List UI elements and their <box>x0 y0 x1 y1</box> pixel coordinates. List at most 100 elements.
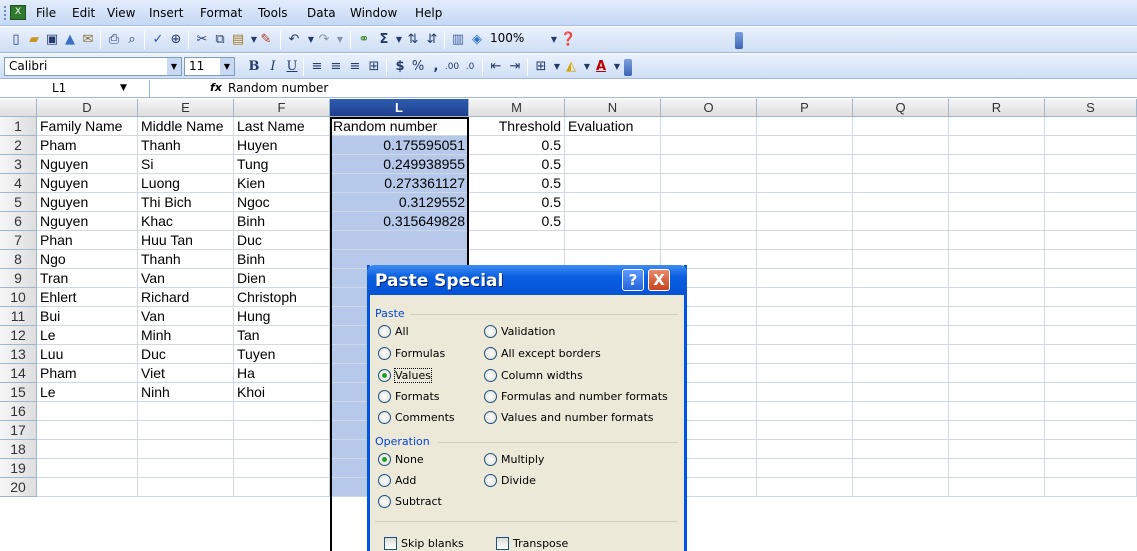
copy-icon[interactable]: ⧉ <box>212 32 228 48</box>
name-box-dropdown-icon[interactable]: ▼ <box>120 80 127 97</box>
paste-formats-option[interactable]: Formats <box>378 389 440 404</box>
cell-r6[interactable] <box>949 212 1045 231</box>
cell-o3[interactable] <box>661 155 757 174</box>
cell-r19[interactable] <box>949 459 1045 478</box>
cell-s7[interactable] <box>1045 231 1137 250</box>
menu-window[interactable]: Window <box>350 6 397 20</box>
cell-p20[interactable] <box>757 478 853 497</box>
cell-s8[interactable] <box>1045 250 1137 269</box>
cell-n6[interactable] <box>565 212 661 231</box>
cell-d9[interactable]: Tran <box>37 269 138 288</box>
zoom-box[interactable]: 100% <box>486 30 544 49</box>
cut-icon[interactable]: ✂ <box>194 32 210 48</box>
cell-e17[interactable] <box>138 421 234 440</box>
cell-p16[interactable] <box>757 402 853 421</box>
cell-r18[interactable] <box>949 440 1045 459</box>
cell-n3[interactable] <box>565 155 661 174</box>
transpose-checkbox[interactable]: Transpose <box>496 536 568 551</box>
row-header-16[interactable]: 16 <box>0 402 37 421</box>
cell-q17[interactable] <box>853 421 949 440</box>
autosum-icon[interactable]: Σ <box>376 32 392 48</box>
name-box[interactable]: L1 ▼ <box>0 80 150 98</box>
cell-d13[interactable]: Luu <box>37 345 138 364</box>
cell-e8[interactable]: Thanh <box>138 250 234 269</box>
cell-f11[interactable]: Hung <box>234 307 330 326</box>
open-icon[interactable]: ▰ <box>26 32 42 48</box>
cell-e6[interactable]: Khac <box>138 212 234 231</box>
close-button[interactable]: X <box>648 269 670 291</box>
cell-e2[interactable]: Thanh <box>138 136 234 155</box>
column-header-d[interactable]: D <box>37 99 138 117</box>
menu-file[interactable]: File <box>36 6 56 20</box>
cell-p14[interactable] <box>757 364 853 383</box>
currency-icon[interactable]: $ <box>392 59 408 75</box>
cell-f8[interactable]: Binh <box>234 250 330 269</box>
cell-e5[interactable]: Thi Bich <box>138 193 234 212</box>
underline-icon[interactable]: U <box>284 59 300 75</box>
cell-s10[interactable] <box>1045 288 1137 307</box>
cell-d15[interactable]: Le <box>37 383 138 402</box>
paste-all-option[interactable]: All <box>378 324 409 339</box>
cell-l1[interactable]: Random number <box>330 117 469 136</box>
cell-n7[interactable] <box>565 231 661 250</box>
menu-format[interactable]: Format <box>200 6 242 20</box>
operation-none-option[interactable]: None <box>378 452 424 467</box>
cell-p9[interactable] <box>757 269 853 288</box>
row-header-18[interactable]: 18 <box>0 440 37 459</box>
cell-p3[interactable] <box>757 155 853 174</box>
cell-m6[interactable]: 0.5 <box>469 212 565 231</box>
redo-icon[interactable]: ↷ <box>316 32 332 48</box>
fill-color-icon[interactable]: ◭ <box>563 59 579 75</box>
cell-q3[interactable] <box>853 155 949 174</box>
italic-icon[interactable]: I <box>265 59 281 75</box>
row-header-14[interactable]: 14 <box>0 364 37 383</box>
drawing-icon[interactable]: ◈ <box>469 32 485 48</box>
undo-icon[interactable]: ↶ <box>286 32 302 48</box>
cell-r5[interactable] <box>949 193 1045 212</box>
cell-f1[interactable]: Last Name <box>234 117 330 136</box>
cell-m3[interactable]: 0.5 <box>469 155 565 174</box>
cell-p6[interactable] <box>757 212 853 231</box>
column-header-f[interactable]: F <box>234 99 330 117</box>
cell-r12[interactable] <box>949 326 1045 345</box>
cell-s11[interactable] <box>1045 307 1137 326</box>
cell-s4[interactable] <box>1045 174 1137 193</box>
cell-e15[interactable]: Ninh <box>138 383 234 402</box>
cell-r20[interactable] <box>949 478 1045 497</box>
operation-subtract-option[interactable]: Subtract <box>378 494 442 509</box>
cell-f10[interactable]: Christoph <box>234 288 330 307</box>
cell-s18[interactable] <box>1045 440 1137 459</box>
merge-center-icon[interactable]: ⊞ <box>366 59 382 75</box>
cell-f18[interactable] <box>234 440 330 459</box>
cell-q14[interactable] <box>853 364 949 383</box>
paste-formulas-number-formats-option[interactable]: Formulas and number formats <box>484 389 668 404</box>
cell-m2[interactable]: 0.5 <box>469 136 565 155</box>
cell-f17[interactable] <box>234 421 330 440</box>
align-left-icon[interactable]: ≡ <box>309 59 325 75</box>
menu-help[interactable]: Help <box>415 6 442 20</box>
cell-p15[interactable] <box>757 383 853 402</box>
row-header-8[interactable]: 8 <box>0 250 37 269</box>
column-header-m[interactable]: M <box>469 99 565 117</box>
cell-f19[interactable] <box>234 459 330 478</box>
cell-s3[interactable] <box>1045 155 1137 174</box>
menu-edit[interactable]: Edit <box>72 6 95 20</box>
cell-e13[interactable]: Duc <box>138 345 234 364</box>
cell-e1[interactable]: Middle Name <box>138 117 234 136</box>
cell-o1[interactable] <box>661 117 757 136</box>
cell-f6[interactable]: Binh <box>234 212 330 231</box>
row-header-10[interactable]: 10 <box>0 288 37 307</box>
cell-d17[interactable] <box>37 421 138 440</box>
cell-d2[interactable]: Pham <box>37 136 138 155</box>
formula-content[interactable]: Random number <box>228 81 328 95</box>
cell-l4[interactable]: 0.273361127 <box>330 174 469 193</box>
cell-p11[interactable] <box>757 307 853 326</box>
paste-icon[interactable]: ▤ <box>230 32 246 48</box>
cell-m5[interactable]: 0.5 <box>469 193 565 212</box>
cell-s5[interactable] <box>1045 193 1137 212</box>
cell-r2[interactable] <box>949 136 1045 155</box>
cell-p4[interactable] <box>757 174 853 193</box>
cell-q5[interactable] <box>853 193 949 212</box>
font-size-dropdown-icon[interactable]: ▼ <box>220 58 234 75</box>
cell-s1[interactable] <box>1045 117 1137 136</box>
